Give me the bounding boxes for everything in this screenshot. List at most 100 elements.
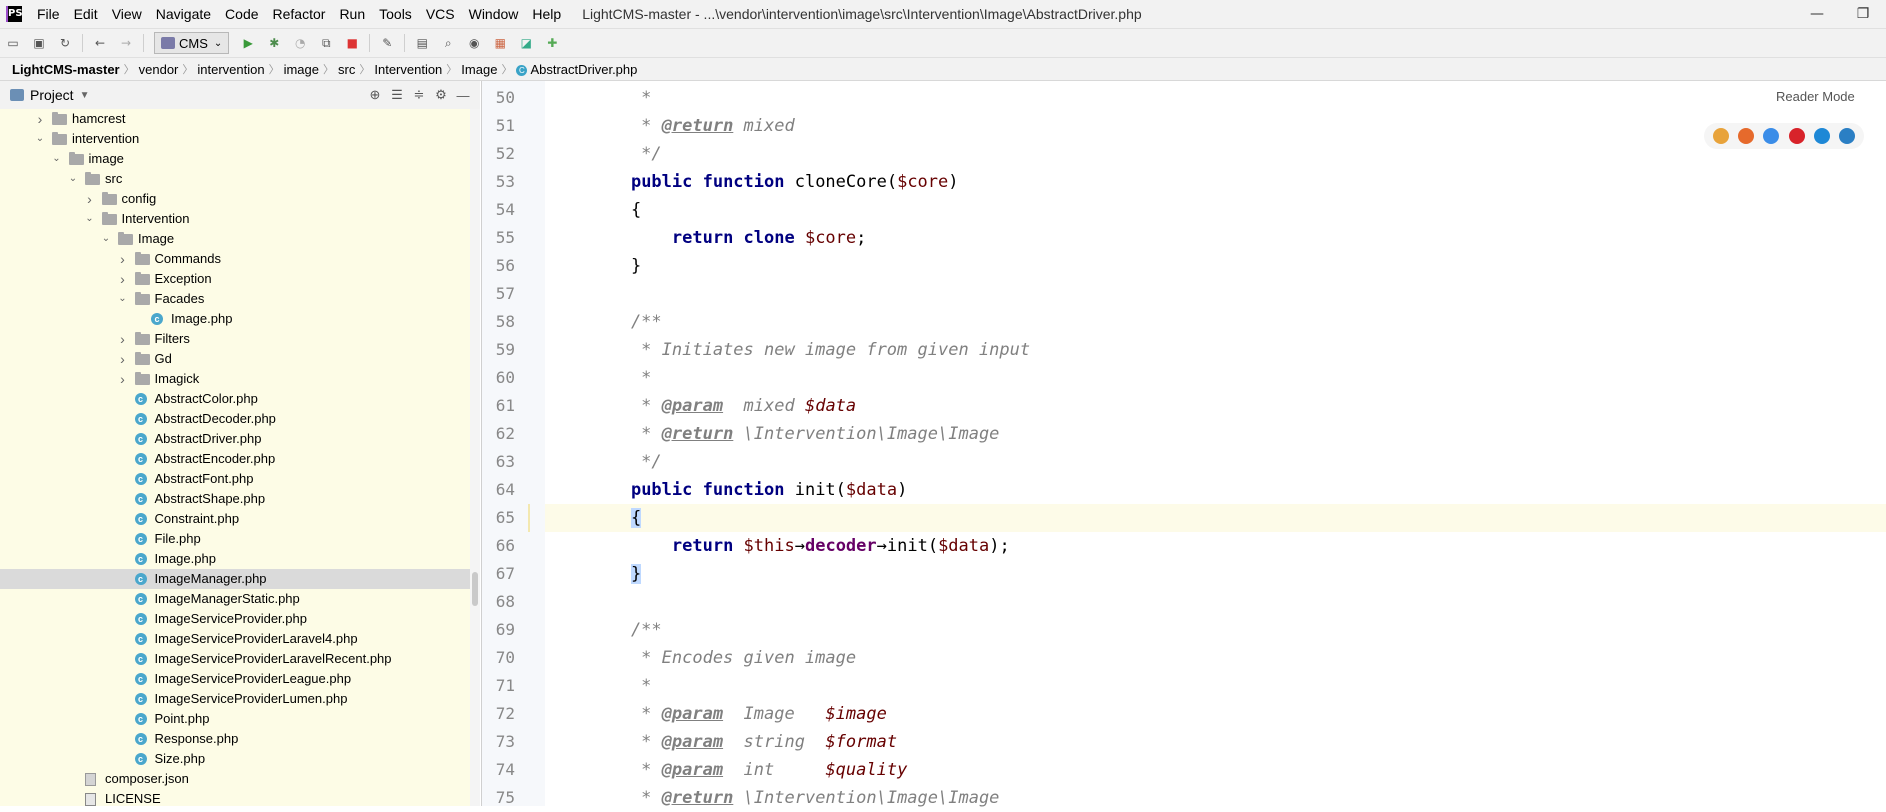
breadcrumb-item[interactable]: image — [280, 62, 323, 77]
tree-item[interactable]: ⌄ src — [0, 169, 470, 189]
code-line[interactable]: } — [545, 560, 1886, 588]
tree-item[interactable]: c AbstractColor.php — [0, 389, 470, 409]
chevron-right-icon[interactable]: › — [34, 109, 46, 129]
code-line[interactable]: */ — [545, 448, 1886, 476]
tree-item[interactable]: LICENSE — [0, 789, 470, 806]
code-line[interactable]: * @param mixed $data — [545, 392, 1886, 420]
tree-item[interactable]: ⌄ Image — [0, 229, 470, 249]
tree-item[interactable]: › Exception — [0, 269, 470, 289]
breadcrumb-item[interactable]: vendor — [135, 62, 183, 77]
wrench-icon[interactable]: ✎ — [378, 34, 396, 52]
reader-mode-button[interactable]: Reader Mode — [1776, 86, 1886, 108]
chevron-down-icon[interactable]: ⌄ — [117, 289, 129, 309]
tree-item[interactable]: c AbstractFont.php — [0, 469, 470, 489]
tree-item[interactable]: c AbstractEncoder.php — [0, 449, 470, 469]
chevron-right-icon[interactable]: › — [117, 349, 129, 369]
restore-icon[interactable]: ❐ — [1840, 0, 1886, 28]
code-line[interactable]: } — [545, 252, 1886, 280]
menu-refactor[interactable]: Refactor — [266, 6, 333, 22]
chevron-right-icon[interactable]: › — [117, 369, 129, 389]
tree-item[interactable]: ⌄ Intervention — [0, 209, 470, 229]
inspect-icon[interactable]: ◉ — [465, 34, 483, 52]
code-line[interactable] — [545, 588, 1886, 616]
tree-item[interactable]: c Response.php — [0, 729, 470, 749]
chevron-right-icon[interactable]: › — [117, 269, 129, 289]
sync-icon[interactable]: ↻ — [56, 34, 74, 52]
code-line[interactable]: * — [545, 364, 1886, 392]
breadcrumb-item[interactable]: Image — [457, 62, 501, 77]
debug-icon[interactable]: ✱ — [265, 34, 283, 52]
chevron-down-icon[interactable]: ⌄ — [67, 169, 79, 189]
expand-all-icon[interactable]: ☰ — [386, 87, 408, 103]
back-icon[interactable]: ← — [91, 34, 109, 52]
code-line[interactable]: * @param string $format — [545, 728, 1886, 756]
code-line[interactable]: { — [545, 504, 1886, 532]
menu-vcs[interactable]: VCS — [419, 6, 462, 22]
menu-tools[interactable]: Tools — [372, 6, 419, 22]
db-icon[interactable]: ◪ — [517, 34, 535, 52]
tree-item[interactable]: › Filters — [0, 329, 470, 349]
tree-item[interactable]: › Imagick — [0, 369, 470, 389]
save-icon[interactable]: ▣ — [30, 34, 48, 52]
code-line[interactable]: * — [545, 84, 1886, 112]
edge-icon[interactable] — [1839, 128, 1856, 144]
code-line[interactable]: public function cloneCore($core) — [545, 168, 1886, 196]
tree-item[interactable]: c Constraint.php — [0, 509, 470, 529]
tree-item[interactable]: c ImageServiceProviderLaravelRecent.php — [0, 649, 470, 669]
code-line[interactable]: * — [545, 672, 1886, 700]
tree-item[interactable]: c Image.php — [0, 549, 470, 569]
menu-file[interactable]: File — [30, 6, 67, 22]
chevron-down-icon[interactable]: ⌄ — [34, 129, 46, 149]
chevron-right-icon[interactable]: › — [117, 329, 129, 349]
tree-item[interactable]: › config — [0, 189, 470, 209]
tree-item[interactable]: c ImageManager.php — [0, 569, 470, 589]
hide-icon[interactable]: — — [452, 88, 474, 103]
code-line[interactable]: * @return \Intervention\Image\Image — [545, 784, 1886, 812]
code-line[interactable]: public function init($data) — [545, 476, 1886, 504]
locate-icon[interactable]: ⊕ — [364, 87, 386, 103]
safari-icon[interactable] — [1763, 128, 1780, 144]
menu-window[interactable]: Window — [462, 6, 526, 22]
chrome-icon[interactable] — [1712, 128, 1729, 144]
deploy-icon[interactable]: ✚ — [543, 34, 561, 52]
opera-icon[interactable] — [1788, 128, 1805, 144]
code-line[interactable]: /** — [545, 308, 1886, 336]
tree-item[interactable]: c Size.php — [0, 749, 470, 769]
tree-item[interactable]: ⌄ image — [0, 149, 470, 169]
tree-scroll-thumb[interactable] — [472, 572, 478, 606]
breadcrumb-item[interactable]: C AbstractDriver.php — [512, 62, 641, 77]
search-icon[interactable]: ⌕ — [439, 34, 457, 52]
tree-item[interactable]: c AbstractDriver.php — [0, 429, 470, 449]
tree-item[interactable]: c Point.php — [0, 709, 470, 729]
tree-item[interactable]: c ImageServiceProviderLaravel4.php — [0, 629, 470, 649]
project-view-selector[interactable]: Project ▼ — [0, 87, 89, 103]
code-line[interactable]: return clone $core; — [545, 224, 1886, 252]
code-line[interactable]: /** — [545, 616, 1886, 644]
code-line[interactable] — [545, 280, 1886, 308]
tree-item[interactable]: ⌄ Facades — [0, 289, 470, 309]
gear-icon[interactable]: ⚙ — [430, 87, 452, 103]
chevron-down-icon[interactable]: ⌄ — [84, 209, 96, 229]
menu-navigate[interactable]: Navigate — [149, 6, 218, 22]
tree-item[interactable]: c ImageServiceProviderLeague.php — [0, 669, 470, 689]
menu-edit[interactable]: Edit — [67, 6, 105, 22]
tree-item[interactable]: › Commands — [0, 249, 470, 269]
minimize-icon[interactable]: — — [1794, 0, 1840, 28]
menu-view[interactable]: View — [105, 6, 149, 22]
ie-icon[interactable] — [1813, 128, 1830, 144]
tree-item[interactable]: c AbstractShape.php — [0, 489, 470, 509]
code-line[interactable]: * @param int $quality — [545, 756, 1886, 784]
breadcrumb-item[interactable]: intervention — [193, 62, 268, 77]
forward-icon[interactable]: → — [117, 34, 135, 52]
tree-item[interactable]: c ImageServiceProvider.php — [0, 609, 470, 629]
code-line[interactable]: */ — [545, 140, 1886, 168]
collapse-all-icon[interactable]: ≑ — [408, 87, 430, 103]
chevron-right-icon[interactable]: › — [84, 189, 96, 209]
profile-icon[interactable]: ⧉ — [317, 34, 335, 52]
tree-item[interactable]: c AbstractDecoder.php — [0, 409, 470, 429]
tree-scrollbar[interactable] — [470, 109, 480, 806]
code-line[interactable]: * @return \Intervention\Image\Image — [545, 420, 1886, 448]
breadcrumb-item[interactable]: src — [334, 62, 359, 77]
open-folder-icon[interactable]: ▭ — [4, 34, 22, 52]
code-line[interactable]: { — [545, 196, 1886, 224]
